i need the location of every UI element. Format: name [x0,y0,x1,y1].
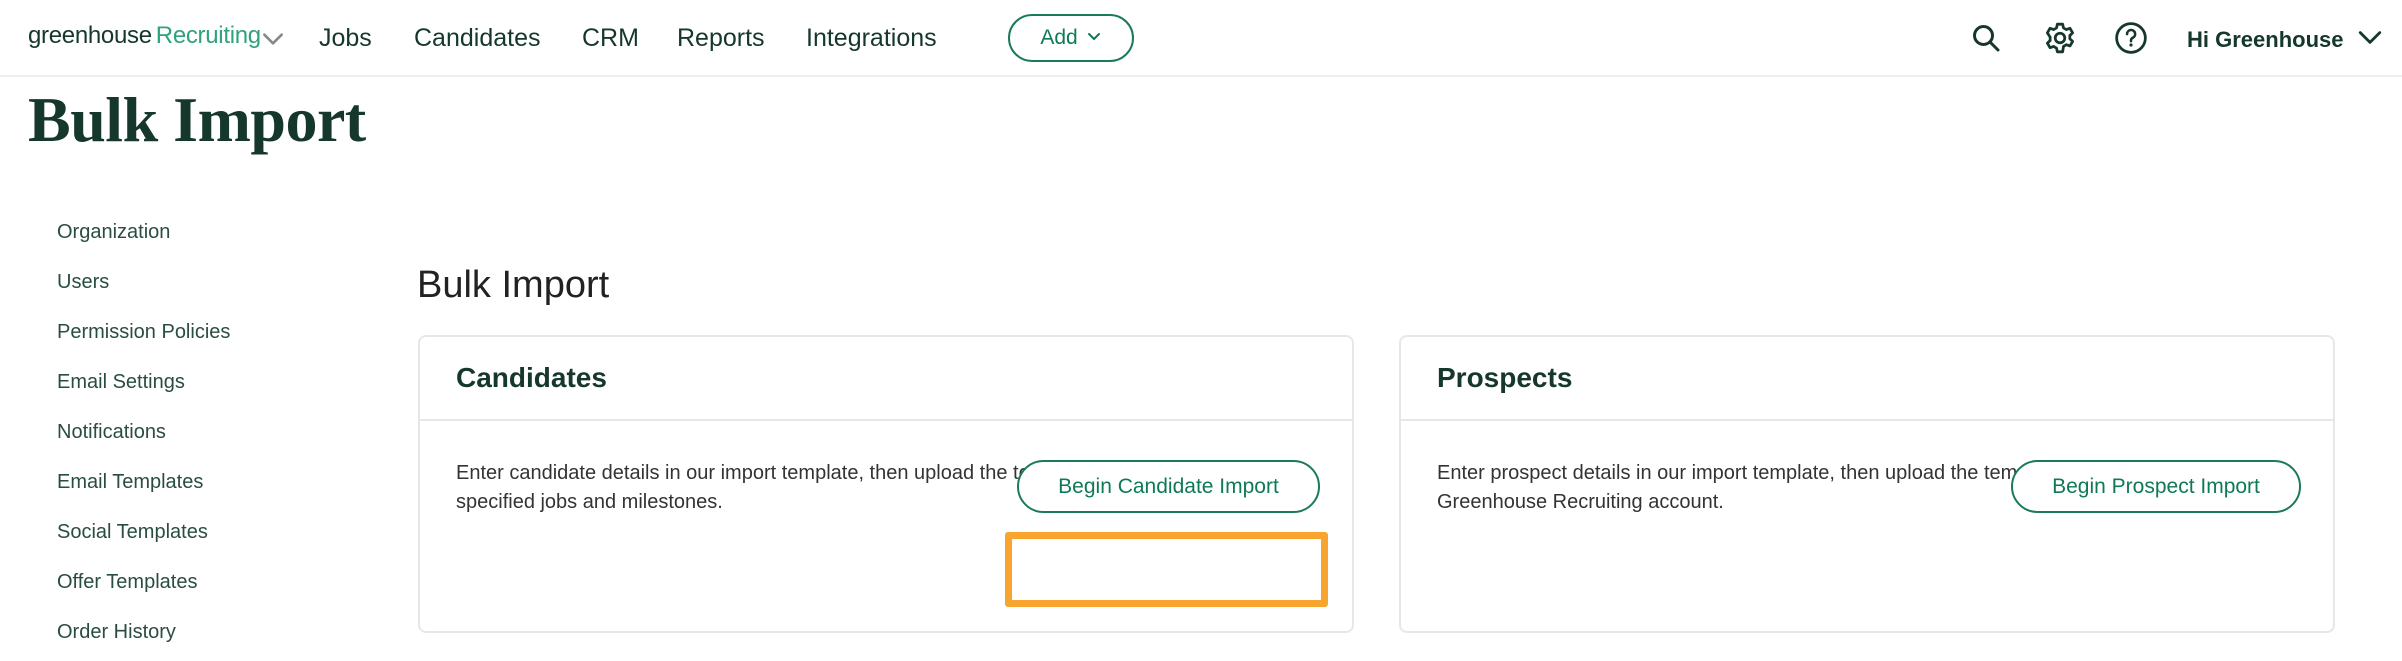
sidebar-item-users[interactable]: Users [57,268,230,318]
candidates-card: Candidates Enter candidate details in ou… [418,335,1354,633]
chevron-down-icon [2357,24,2383,56]
add-button[interactable]: Add [1008,14,1134,62]
sidebar-item-social-templates[interactable]: Social Templates [57,518,230,568]
sidebar-item-order-history[interactable]: Order History [57,618,230,661]
sidebar-item-notifications[interactable]: Notifications [57,418,230,468]
sidebar-item-email-templates[interactable]: Email Templates [57,468,230,518]
card-title: Candidates [456,362,607,393]
logo-product: Recruiting [155,22,261,49]
begin-prospect-import-button[interactable]: Begin Prospect Import [2011,460,2301,513]
card-header: Prospects [1401,337,2333,421]
card-title: Prospects [1437,362,1573,393]
add-button-label: Add [1040,26,1078,49]
gear-icon[interactable] [2042,20,2078,56]
card-header: Candidates [420,337,1352,421]
top-navigation: greenhouse Recruiting Jobs Candidates CR… [0,0,2402,77]
page-title: Bulk Import [28,84,366,155]
user-greeting: Hi Greenhouse [2187,27,2344,52]
search-icon[interactable] [1968,20,2004,56]
greenhouse-logo[interactable]: greenhouse Recruiting [28,22,261,54]
sidebar-item-permission-policies[interactable]: Permission Policies [57,318,230,368]
sidebar-item-offer-templates[interactable]: Offer Templates [57,568,230,618]
user-menu[interactable]: Hi Greenhouse [2187,24,2383,56]
nav-jobs[interactable]: Jobs [319,24,372,53]
nav-integrations[interactable]: Integrations [806,24,937,53]
section-title: Bulk Import [417,264,610,306]
help-icon[interactable] [2113,20,2149,56]
product-switcher-chevron-icon[interactable] [260,26,286,52]
settings-sidebar: Organization Users Permission Policies E… [57,218,230,661]
nav-crm[interactable]: CRM [582,24,639,53]
logo-brand: greenhouse [28,22,152,49]
begin-candidate-import-button[interactable]: Begin Candidate Import [1017,460,1320,513]
nav-reports[interactable]: Reports [677,24,765,53]
nav-candidates[interactable]: Candidates [414,24,540,53]
chevron-down-icon [1086,26,1102,50]
prospects-card: Prospects Enter prospect details in our … [1399,335,2335,633]
sidebar-item-organization[interactable]: Organization [57,218,230,268]
sidebar-item-email-settings[interactable]: Email Settings [57,368,230,418]
